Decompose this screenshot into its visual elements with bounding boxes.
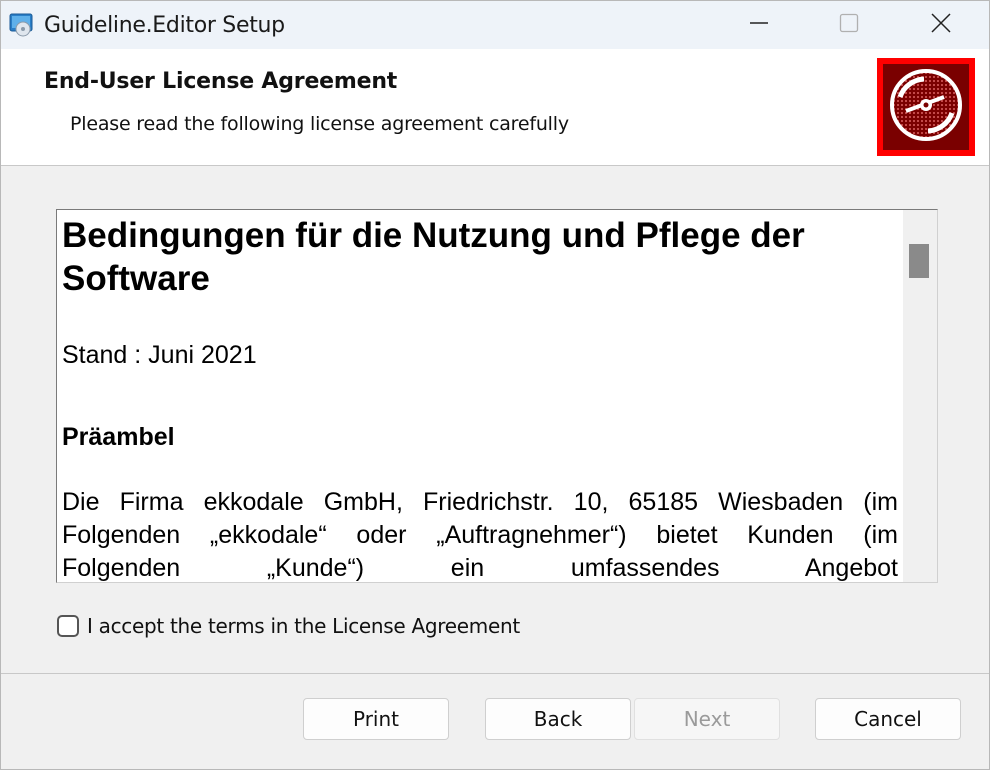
- disc-logo-icon: [888, 67, 964, 148]
- page-title: End-User License Agreement: [44, 69, 398, 94]
- close-button[interactable]: [895, 1, 987, 49]
- license-date: Stand : Juni 2021: [62, 341, 257, 369]
- setup-window: Guideline.Editor Setup End-User License …: [0, 0, 990, 770]
- next-button[interactable]: Next: [634, 698, 780, 740]
- license-heading: Bedingungen für die Nutzung und Pflege d…: [62, 216, 805, 298]
- license-section-title: Präambel: [62, 423, 175, 451]
- header-banner: End-User License Agreement Please read t…: [1, 49, 989, 166]
- license-scrollbar[interactable]: [903, 210, 937, 582]
- license-content: Bedingungen für die Nutzung und Pflege d…: [62, 214, 898, 582]
- maximize-button[interactable]: [803, 1, 895, 49]
- close-icon: [930, 12, 952, 39]
- license-text-box[interactable]: Bedingungen für die Nutzung und Pflege d…: [56, 209, 938, 583]
- installer-app-icon: [9, 13, 35, 37]
- installer-logo: [877, 58, 975, 156]
- print-button[interactable]: Print: [303, 698, 449, 740]
- maximize-icon: [839, 13, 859, 38]
- minimize-icon: [749, 13, 769, 38]
- license-paragraph: Die Firma ekkodale GmbH, Friedrichstr. 1…: [62, 488, 898, 582]
- back-button[interactable]: Back: [485, 698, 631, 740]
- accept-terms-label[interactable]: I accept the terms in the License Agreem…: [87, 614, 520, 638]
- footer-divider: [1, 673, 989, 674]
- cancel-button[interactable]: Cancel: [815, 698, 961, 740]
- title-bar[interactable]: Guideline.Editor Setup: [1, 1, 989, 49]
- accept-terms-checkbox[interactable]: [57, 615, 79, 637]
- scrollbar-thumb[interactable]: [909, 244, 929, 278]
- accept-terms-row[interactable]: I accept the terms in the License Agreem…: [57, 612, 520, 640]
- minimize-button[interactable]: [713, 1, 805, 49]
- page-subtitle: Please read the following license agreem…: [70, 113, 569, 135]
- window-title: Guideline.Editor Setup: [44, 13, 285, 38]
